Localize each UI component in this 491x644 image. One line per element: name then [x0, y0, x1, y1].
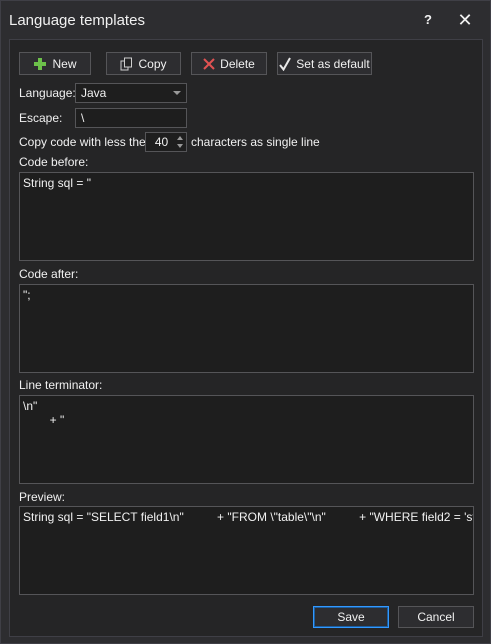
copy-icon	[120, 57, 133, 70]
set-as-default-button[interactable]: Set as default	[277, 52, 372, 75]
escape-input[interactable]: \	[75, 108, 187, 128]
delete-x-icon	[203, 57, 215, 70]
escape-value: \	[81, 111, 85, 125]
code-after-label: Code after:	[19, 267, 79, 281]
line-terminator-label: Line terminator:	[19, 378, 103, 392]
spin-up-icon[interactable]	[177, 136, 183, 140]
dialog-title: Language templates	[9, 12, 145, 29]
title-bar: Language templates ? ✕	[1, 1, 490, 39]
checkmark-icon	[279, 57, 292, 71]
language-select[interactable]: Java	[75, 83, 187, 103]
preview-label: Preview:	[19, 490, 66, 504]
new-button-label: New	[52, 56, 77, 71]
copy-threshold-stepper[interactable]: 40	[145, 132, 187, 152]
code-after-textarea[interactable]: ";	[19, 284, 474, 373]
spin-down-icon[interactable]	[177, 144, 183, 148]
copy-threshold-prefix: Copy code with less then	[19, 135, 153, 149]
copy-threshold-value: 40	[154, 135, 169, 149]
escape-label: Escape:	[19, 111, 63, 125]
plus-icon	[34, 57, 47, 70]
save-button[interactable]: Save	[313, 606, 389, 628]
language-label: Language:	[19, 86, 76, 100]
delete-button[interactable]: Delete	[191, 52, 267, 75]
new-button[interactable]: New	[19, 52, 91, 75]
copy-button-label: Copy	[138, 56, 167, 71]
close-button[interactable]: ✕	[452, 9, 478, 31]
delete-button-label: Delete	[220, 56, 255, 71]
language-templates-dialog: Language templates ? ✕ New Copy Delete S…	[0, 0, 491, 644]
language-value: Java	[81, 86, 107, 100]
cancel-button[interactable]: Cancel	[398, 606, 474, 628]
preview-textarea[interactable]: String sql = "SELECT field1\n" + "FROM \…	[19, 506, 474, 595]
set-as-default-label: Set as default	[296, 56, 370, 71]
chevron-down-icon[interactable]	[173, 91, 181, 95]
copy-button[interactable]: Copy	[106, 52, 181, 75]
copy-threshold-suffix: characters as single line	[191, 135, 320, 149]
spin-buttons[interactable]	[175, 133, 186, 151]
help-button[interactable]: ?	[415, 9, 441, 31]
code-before-textarea[interactable]: String sql = "	[19, 172, 474, 261]
line-terminator-textarea[interactable]: \n" + "	[19, 395, 474, 484]
code-before-label: Code before:	[19, 155, 89, 169]
template-panel: New Copy Delete Set as default Language:	[9, 39, 483, 637]
